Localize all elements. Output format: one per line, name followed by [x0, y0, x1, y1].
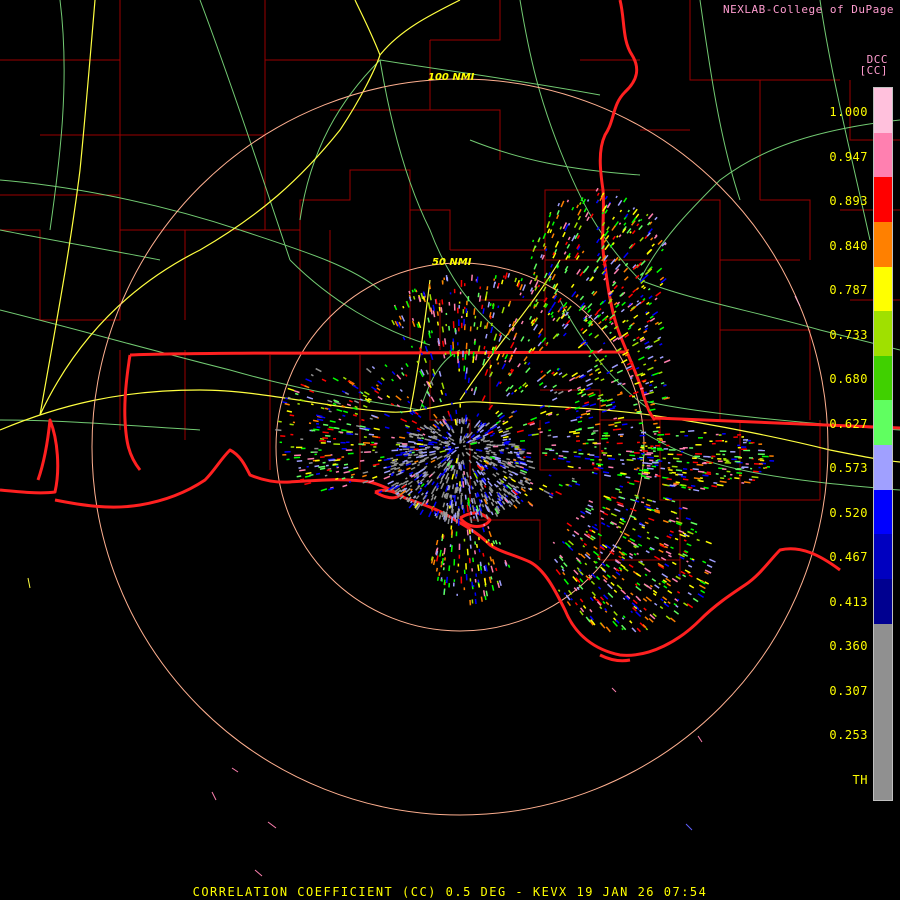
color-scale-segment	[874, 712, 892, 759]
product-caption: CORRELATION COEFFICIENT (CC) 0.5 DEG - K…	[192, 885, 708, 899]
unit-label: [CC]	[859, 64, 888, 77]
color-scale-segment	[874, 578, 892, 625]
color-scale-segment	[874, 400, 892, 446]
color-scale-segment	[874, 266, 892, 313]
color-scale-label: 0.360	[829, 639, 868, 653]
color-scale-segment	[874, 668, 892, 714]
color-scale-bar	[873, 87, 893, 801]
color-scale-segment	[874, 221, 892, 268]
color-scale-label: 0.573	[829, 461, 868, 475]
color-scale-label: 0.467	[829, 550, 868, 564]
color-scale-segment	[874, 88, 892, 134]
radar-map	[0, 0, 900, 900]
color-scale-label: 0.253	[829, 728, 868, 742]
color-scale-label: 0.733	[829, 327, 868, 342]
color-scale-label: 1.000	[829, 105, 868, 119]
color-scale-segment	[874, 534, 892, 580]
color-scale-label: 0.787	[829, 283, 868, 297]
color-scale-label: 0.520	[829, 505, 868, 520]
color-scale-label: TH	[852, 772, 868, 787]
range-ring-label-100: 100 NMI	[428, 72, 475, 83]
color-scale-segment	[874, 623, 892, 670]
color-scale-label: 0.840	[829, 238, 868, 253]
color-scale-segment	[874, 355, 892, 402]
range-ring-label-50: 50 NMI	[432, 257, 472, 268]
color-scale-label: 0.627	[829, 416, 868, 431]
color-scale-segment	[874, 489, 892, 536]
color-scale-segment	[874, 311, 892, 357]
color-scale-label: 0.893	[829, 194, 868, 208]
color-scale-label: 0.413	[829, 594, 868, 609]
credit-label: NEXLAB-College of DuPage	[723, 3, 894, 16]
color-scale-label: 0.947	[829, 149, 868, 164]
color-scale-label: 0.680	[829, 372, 868, 386]
color-scale-label: 0.307	[829, 683, 868, 698]
color-scale-segment	[874, 177, 892, 223]
color-scale-segment	[874, 757, 892, 800]
color-scale-segment	[874, 445, 892, 491]
color-scale-segment	[874, 132, 892, 179]
